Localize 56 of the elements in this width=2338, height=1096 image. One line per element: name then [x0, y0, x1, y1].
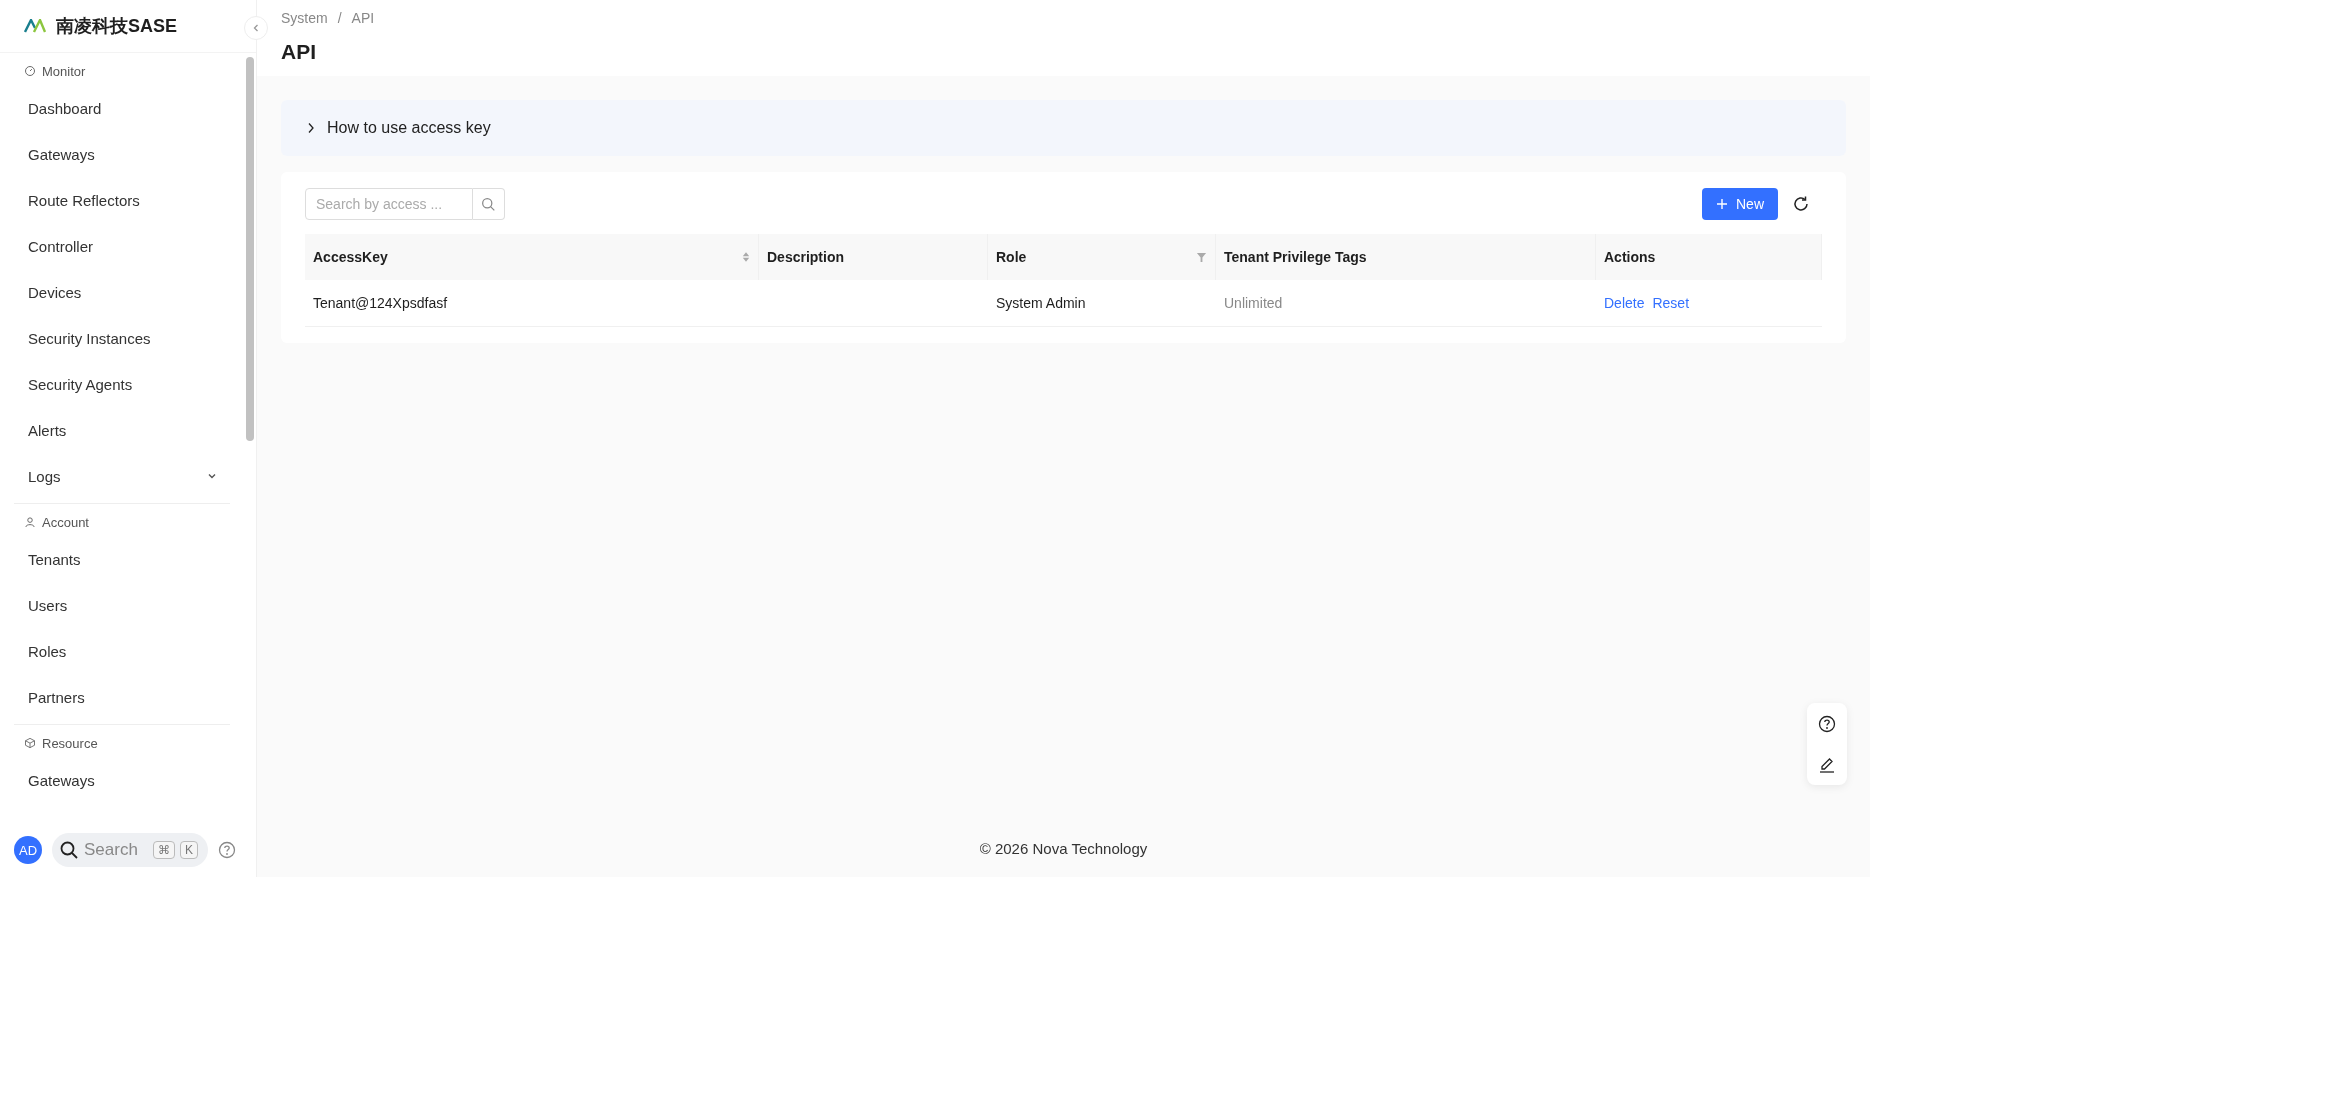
pencil-icon: [1818, 755, 1836, 774]
breadcrumb-item[interactable]: System: [281, 10, 328, 26]
search-icon: [60, 841, 78, 859]
nav-item[interactable]: Users: [14, 582, 230, 628]
footer-text: © 2026 Nova Technology: [978, 838, 1149, 859]
nav-item[interactable]: Devices: [14, 269, 230, 315]
column-title: Tenant Privilege Tags: [1224, 249, 1367, 265]
nav-item[interactable]: Route Reflectors: [14, 177, 230, 223]
logo-icon: [24, 19, 46, 33]
nav-item[interactable]: Dashboard: [14, 85, 230, 131]
column-title: Actions: [1604, 249, 1656, 265]
nav-item[interactable]: Gateways: [14, 757, 230, 803]
table-cell: System Admin: [996, 295, 1086, 311]
nav-item[interactable]: Alerts: [14, 407, 230, 453]
help-icon[interactable]: [218, 841, 236, 859]
user-icon: [24, 516, 36, 528]
column-title: AccessKey: [313, 249, 388, 265]
nav-item[interactable]: Security Instances: [14, 315, 230, 361]
table-cell: Unlimited: [1224, 295, 1283, 311]
table-cell: Tenant@124Xpsdfasf: [313, 295, 448, 311]
search-icon: [481, 196, 496, 212]
scrollbar-thumb[interactable]: [246, 57, 254, 441]
cube-icon: [24, 737, 36, 749]
help-icon: [1818, 714, 1836, 733]
section-title: Resource: [42, 735, 98, 751]
nav-item[interactable]: Roles: [14, 628, 230, 674]
refresh-icon[interactable]: [1792, 195, 1810, 213]
gauge-icon: [24, 65, 36, 77]
column-title: Role: [996, 249, 1027, 265]
brand-name: 南凌科技SASE: [56, 15, 178, 38]
nav-item[interactable]: Partners: [14, 674, 230, 720]
nav-item[interactable]: Tenants: [14, 536, 230, 582]
action-link[interactable]: Delete: [1604, 295, 1645, 311]
section-title: Account: [42, 514, 89, 530]
new-button[interactable]: New: [1702, 188, 1778, 220]
breadcrumb-separator: /: [337, 10, 342, 26]
page-title: API: [281, 40, 317, 64]
plus-icon: [1716, 198, 1728, 210]
column-header[interactable]: AccessKey: [305, 234, 759, 280]
action-link[interactable]: Reset: [1652, 295, 1690, 311]
nav-item[interactable]: Gateways: [14, 131, 230, 177]
collapse-panel-header[interactable]: How to use access key: [281, 100, 1846, 156]
user-avatar[interactable]: AD: [14, 836, 42, 864]
collapse-sidebar-button[interactable]: [244, 16, 268, 40]
sort-icon[interactable]: [742, 251, 750, 263]
key-hint: ⌘: [153, 841, 175, 859]
breadcrumb-item[interactable]: API: [351, 10, 375, 26]
search-button[interactable]: [473, 188, 505, 220]
nav-item[interactable]: Security Agents: [14, 361, 230, 407]
column-header[interactable]: Role: [988, 234, 1216, 280]
column-title: Description: [767, 249, 844, 265]
nav-item[interactable]: Logs: [14, 453, 230, 499]
nav-item[interactable]: Controller: [14, 223, 230, 269]
filter-icon[interactable]: [1196, 251, 1207, 263]
section-title: Monitor: [42, 63, 86, 79]
search-input[interactable]: Search by access ...: [305, 188, 473, 220]
